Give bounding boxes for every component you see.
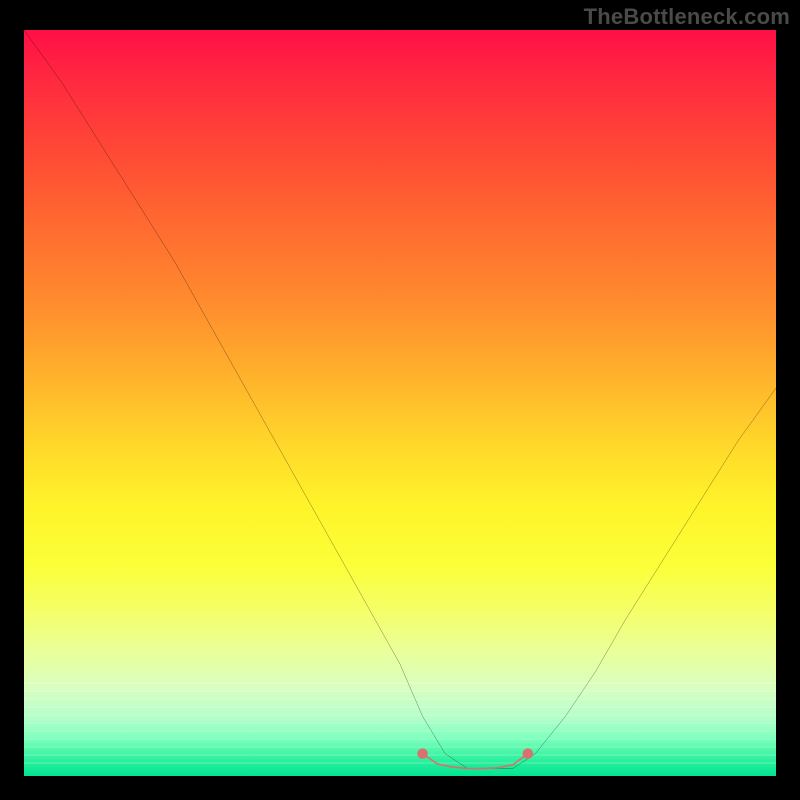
optimal-flat-band-path bbox=[423, 754, 528, 769]
optimal-band-dot bbox=[417, 748, 428, 758]
watermark-text: TheBottleneck.com bbox=[584, 4, 790, 30]
optimal-band-dot bbox=[523, 748, 534, 758]
chart-svg bbox=[24, 30, 776, 776]
bottleneck-curve-path bbox=[24, 30, 776, 769]
chart-frame: TheBottleneck.com bbox=[0, 0, 800, 800]
plot-area bbox=[24, 30, 776, 776]
